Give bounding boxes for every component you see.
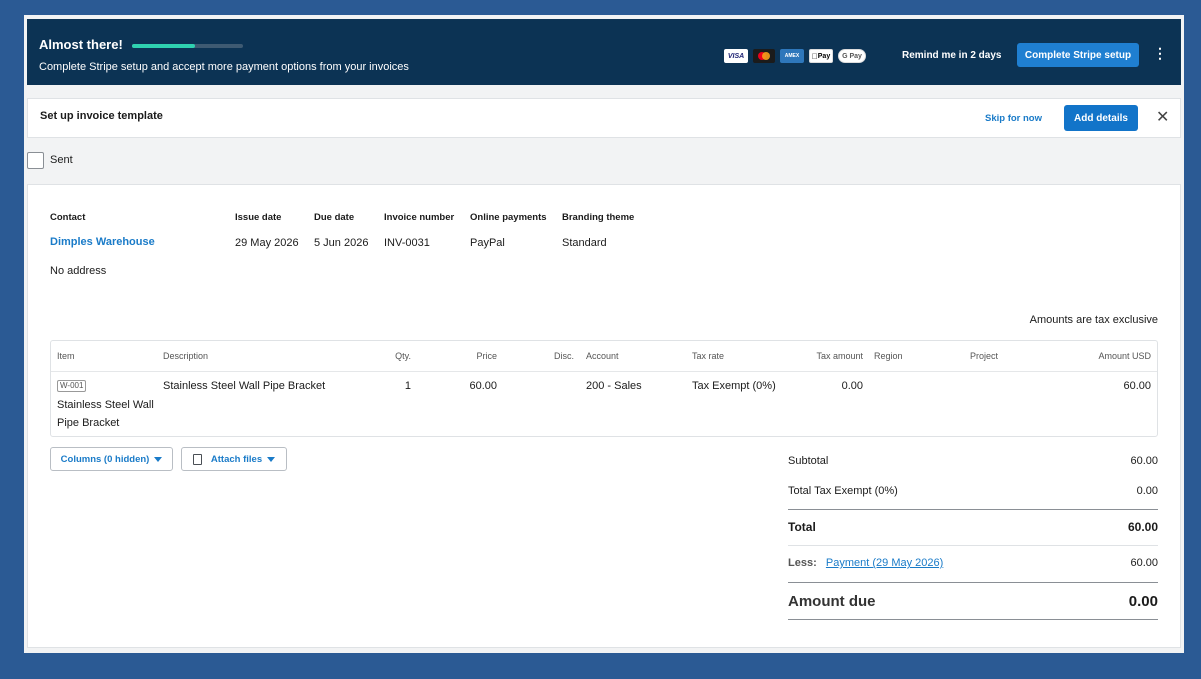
setup-progress-fill [132,44,196,48]
total-value: 60.00 [1127,520,1158,534]
item-tax-rate[interactable]: Tax Exempt (0%) [692,380,776,392]
item-price[interactable]: 60.00 [447,380,497,392]
columns-button-label: Columns (0 hidden) [60,453,150,465]
tax-total-value: 0.00 [1136,485,1158,497]
issue-date-value: 29 May 2026 [235,237,299,249]
col-header-price: Price [476,351,497,361]
col-header-qty: Qty. [395,351,411,361]
col-header-amount: Amount USD [1098,351,1151,361]
amex-icon: AMEX [780,49,804,63]
amount-due-value: 0.00 [1128,593,1158,610]
columns-dropdown-button[interactable]: Columns (0 hidden) [50,447,173,471]
col-header-project: Project [970,351,999,361]
item-account[interactable]: 200 - Sales [586,380,642,392]
item-amount: 60.00 [1123,380,1151,392]
item-tax-amount: 0.00 [841,380,863,392]
col-header-disc: Disc. [554,351,574,361]
col-header-account: Account [586,351,619,361]
due-date-value: 5 Jun 2026 [314,237,369,249]
col-header-region: Region [874,351,903,361]
file-icon [192,453,202,465]
col-header-item: Item [57,351,75,361]
invoice-template-bar: Set up invoice template Skip for now Add… [27,98,1181,138]
payment-card-logos: VISA AMEX Pay G Pay [724,49,866,63]
setup-progress-bar [132,44,243,48]
due-date-label: Due date [314,212,355,223]
online-payments-value: PayPal [470,237,505,249]
less-label: Less: [788,557,817,569]
item-qty[interactable]: 1 [371,380,411,392]
app-window: Almost there! Complete Stripe setup and … [24,15,1184,653]
sent-label: Sent [50,154,73,166]
banner-title: Almost there! [39,37,123,52]
amount-due-label: Amount due [788,593,876,610]
online-payments-label: Online payments [470,212,547,223]
total-label: Total [788,520,816,534]
add-details-button[interactable]: Add details [1064,105,1138,131]
complete-stripe-setup-button[interactable]: Complete Stripe setup [1017,43,1139,67]
apple-pay-icon: Pay [809,49,833,63]
mastercard-icon [753,49,775,63]
close-icon[interactable]: ✕ [1156,107,1169,127]
contact-name-link[interactable]: Dimples Warehouse [50,236,155,248]
tax-mode-note: Amounts are tax exclusive [1029,314,1158,326]
subtotal-label: Subtotal [788,455,829,467]
tax-total-label: Total Tax Exempt (0%) [788,485,898,497]
attach-files-button[interactable]: Attach files [181,447,287,471]
invoice-number-label: Invoice number [384,212,455,223]
branding-theme-label: Branding theme [562,212,635,223]
col-header-tax-amount: Tax amount [816,351,863,361]
payment-link[interactable]: Payment (29 May 2026) [826,557,943,569]
item-description[interactable]: Stainless Steel Wall Pipe Bracket [163,380,325,392]
banner-subtitle: Complete Stripe setup and accept more pa… [39,61,409,73]
invoice-card: Contact Dimples Warehouse No address Iss… [27,184,1181,648]
payment-value: 60.00 [1130,557,1158,569]
col-header-tax-rate: Tax rate [692,351,725,361]
chevron-down-icon [267,456,276,462]
invoice-number-value: INV-0031 [384,237,430,249]
line-items-table: Item Description Qty. Price Disc. Accoun… [50,340,1158,437]
more-options-icon[interactable]: ⋮ [1153,46,1167,60]
item-code-badge: W-001 [57,380,87,392]
contact-address: No address [50,265,107,277]
stripe-setup-banner: Almost there! Complete Stripe setup and … [27,19,1181,85]
col-header-description: Description [163,351,209,361]
payment-row: Less: Payment (29 May 2026) [788,557,943,569]
visa-icon: VISA [724,49,748,63]
remind-later-link[interactable]: Remind me in 2 days [902,50,1001,61]
branding-theme-value: Standard [562,237,607,249]
subtotal-value: 60.00 [1130,455,1158,467]
item-name: Stainless Steel Wall Pipe Bracket [57,399,154,429]
google-pay-icon: G Pay [838,49,866,63]
chevron-down-icon [154,456,163,462]
skip-for-now-link[interactable]: Skip for now [985,113,1042,124]
sent-checkbox[interactable] [27,152,44,169]
template-bar-title: Set up invoice template [40,110,163,122]
attach-files-label: Attach files [210,453,263,465]
contact-label: Contact [50,212,86,223]
issue-date-label: Issue date [235,212,282,223]
